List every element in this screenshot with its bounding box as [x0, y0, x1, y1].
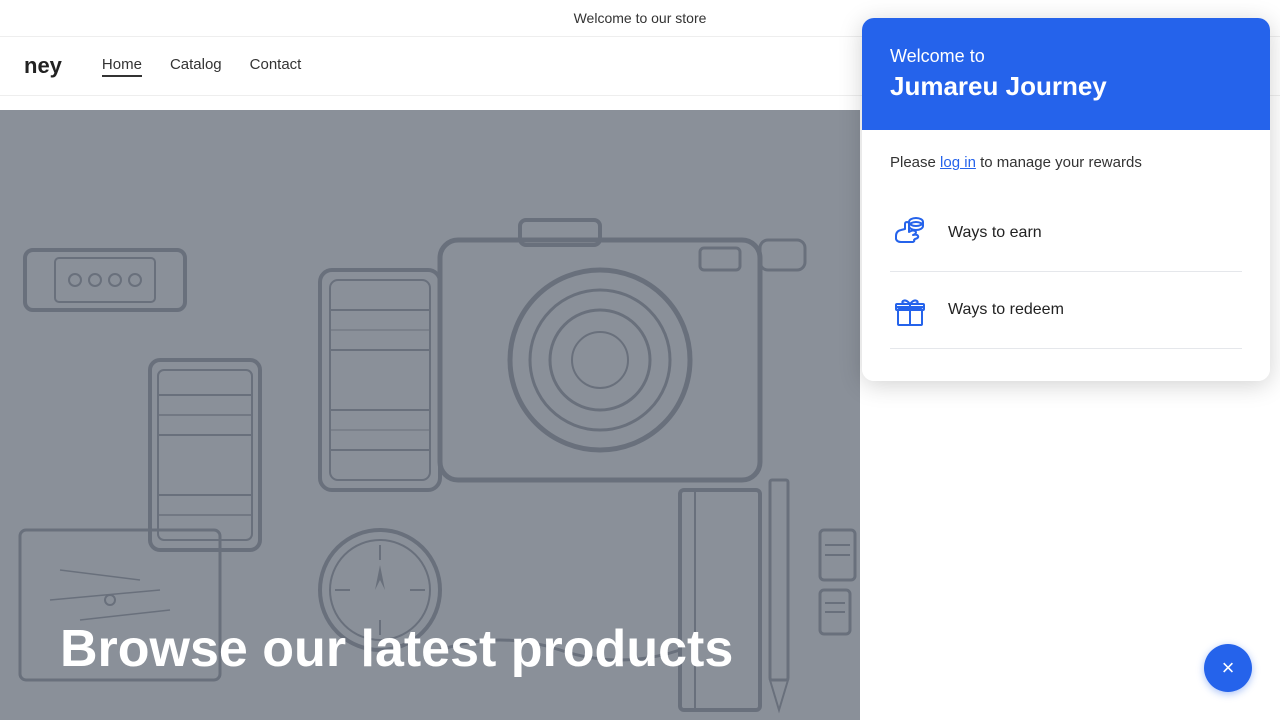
main-nav: Home Catalog Contact [102, 56, 301, 77]
nav-contact[interactable]: Contact [250, 56, 302, 77]
rewards-panel-body: Please log in to manage your rewards Way… [862, 130, 1270, 381]
earn-label: Ways to earn [948, 224, 1042, 242]
login-prompt-after: to manage your rewards [976, 154, 1142, 171]
logo: ney [24, 53, 62, 79]
redeem-label: Ways to redeem [948, 301, 1064, 319]
login-prompt-before: Please [890, 154, 940, 171]
earn-icon [890, 213, 930, 253]
announcement-text: Welcome to our store [574, 10, 707, 26]
ways-to-earn-item[interactable]: Ways to earn [890, 195, 1242, 272]
login-link[interactable]: log in [940, 154, 976, 171]
brand-name-label: Jumareu Journey [890, 71, 1242, 102]
welcome-to-label: Welcome to [890, 46, 1242, 67]
close-button[interactable]: × [1204, 644, 1252, 692]
login-prompt: Please log in to manage your rewards [890, 154, 1242, 171]
rewards-panel-header: Welcome to Jumareu Journey [862, 18, 1270, 130]
nav-home[interactable]: Home [102, 56, 142, 77]
ways-to-redeem-item[interactable]: Ways to redeem [890, 272, 1242, 349]
redeem-icon [890, 290, 930, 330]
hero-text: Browse our latest products [60, 620, 733, 680]
rewards-panel: Welcome to Jumareu Journey Please log in… [862, 18, 1270, 381]
hero-background: Browse our latest products [0, 110, 860, 720]
nav-catalog[interactable]: Catalog [170, 56, 222, 77]
